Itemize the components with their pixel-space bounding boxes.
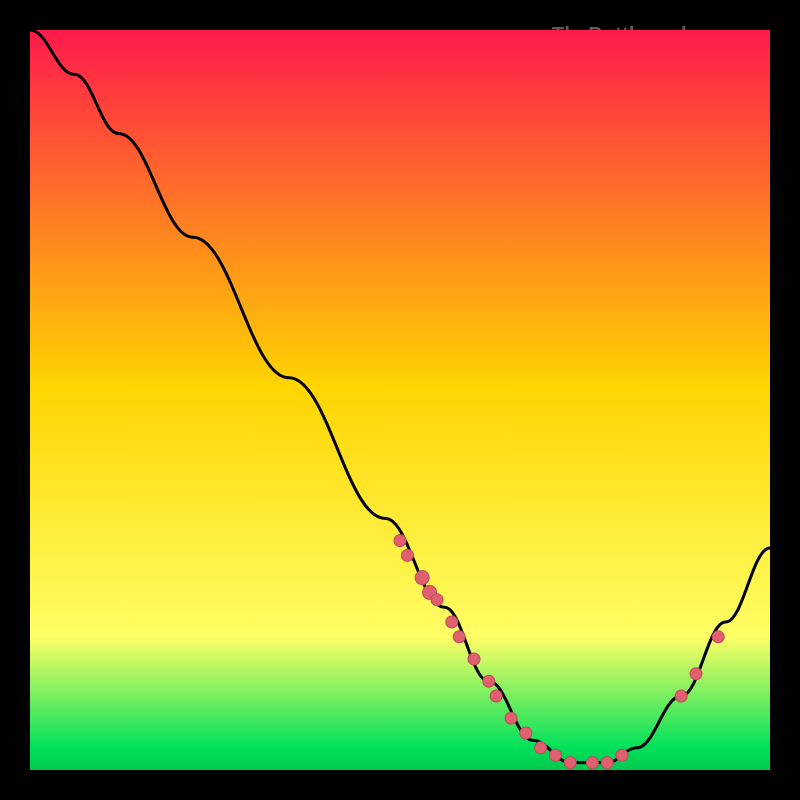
gradient-background (30, 30, 770, 770)
data-marker (535, 742, 547, 754)
data-marker (431, 594, 443, 606)
data-marker (690, 668, 702, 680)
chart-svg (30, 30, 770, 770)
data-marker (520, 727, 532, 739)
data-marker (394, 535, 406, 547)
data-marker (586, 757, 598, 769)
data-marker (616, 749, 628, 761)
data-marker (415, 571, 429, 585)
data-marker (712, 631, 724, 643)
chart-frame: TheBottlenecker.com (20, 20, 780, 780)
data-marker (453, 631, 465, 643)
data-marker (446, 616, 458, 628)
data-marker (675, 690, 687, 702)
data-marker (490, 690, 502, 702)
data-marker (549, 749, 561, 761)
data-marker (505, 712, 517, 724)
data-marker (564, 757, 576, 769)
data-marker (601, 757, 613, 769)
data-marker (483, 675, 495, 687)
data-marker (401, 549, 413, 561)
data-marker (468, 653, 480, 665)
plot-area (30, 30, 770, 770)
